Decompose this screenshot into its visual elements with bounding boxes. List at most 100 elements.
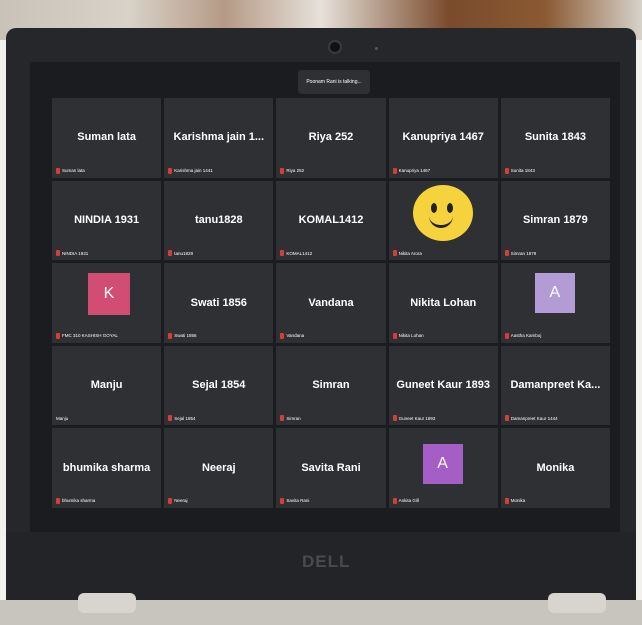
mic-muted-icon bbox=[56, 250, 60, 257]
participant-tile[interactable]: A Ankita Gill bbox=[388, 428, 498, 508]
participant-tile[interactable]: Karishma jain 1... Karishma jain 1441 bbox=[164, 98, 274, 178]
participant-name: KOMAL1412 bbox=[298, 214, 364, 227]
talking-banner: Poonam Rani is talking... bbox=[298, 70, 370, 94]
participant-name: NINDIA 1931 bbox=[74, 214, 140, 227]
participant-tile[interactable]: A Aastha Kamboj bbox=[500, 263, 610, 343]
participant-name: Neeraj bbox=[201, 461, 236, 474]
participant-name: Vandana bbox=[308, 296, 354, 309]
participant-name: Manju bbox=[90, 379, 123, 392]
mic-muted-icon bbox=[392, 250, 397, 257]
participant-tile[interactable]: Simran Simran bbox=[276, 345, 386, 426]
mic-muted-icon bbox=[280, 250, 285, 257]
mic-muted-icon bbox=[168, 415, 173, 422]
participant-label: Karishma jain 1441 bbox=[168, 167, 213, 174]
mic-muted-icon bbox=[504, 497, 509, 504]
participant-label: Simran bbox=[280, 415, 301, 422]
participant-label: NINDIA 1931 bbox=[56, 250, 88, 257]
participant-name: tanu1828 bbox=[194, 214, 243, 227]
participant-label: tanu1828 bbox=[168, 250, 193, 257]
mic-muted-icon bbox=[280, 332, 285, 339]
participant-label: Vandana bbox=[280, 332, 304, 339]
mic-muted-icon bbox=[392, 415, 397, 422]
mic-muted-icon bbox=[504, 167, 509, 174]
participant-label: Damanpreet Kaur 1444 bbox=[504, 415, 558, 422]
participant-name: Swati 1856 bbox=[190, 296, 247, 309]
brand-logo: DELL bbox=[302, 552, 351, 571]
participant-tile[interactable]: Sejal 1854 Sejal 1854 bbox=[164, 345, 274, 426]
participant-label: Manju bbox=[56, 416, 69, 422]
participant-name: bhumika sharma bbox=[62, 461, 151, 474]
participant-label: Nikita Arora bbox=[392, 250, 422, 257]
participant-tile[interactable]: Riya 252 Riya 252 bbox=[276, 98, 386, 178]
participant-name: Monika bbox=[536, 461, 575, 474]
participant-tile[interactable]: Simran 1879 Simran 1879 bbox=[500, 180, 610, 261]
mic-muted-icon bbox=[56, 332, 60, 339]
mic-muted-icon bbox=[56, 167, 60, 174]
mic-muted-icon bbox=[56, 497, 60, 504]
participant-label: Kanupriya 1467 bbox=[392, 167, 430, 174]
participant-tile[interactable]: Manju Manju bbox=[52, 345, 162, 426]
participant-label: Monika bbox=[504, 497, 525, 504]
participant-grid: Suman lata Suman lata Karishma jain 1... K… bbox=[52, 98, 610, 508]
participant-label: Simran 1879 bbox=[504, 250, 536, 257]
participant-tile[interactable]: Savita Rani Savita Rani bbox=[276, 428, 386, 508]
participant-name: Simran 1879 bbox=[522, 214, 588, 227]
participant-label: Suman lata bbox=[56, 167, 85, 174]
participant-tile[interactable]: K FMC 310 KASHISH GOYAL bbox=[52, 263, 162, 343]
participant-name: Savita Rani bbox=[301, 461, 361, 474]
mic-muted-icon bbox=[504, 332, 509, 339]
participant-tile[interactable]: Sunita 1843 Sunita 1843 bbox=[500, 98, 610, 178]
mic-muted-icon bbox=[392, 332, 397, 339]
participant-name: Sejal 1854 bbox=[192, 379, 246, 392]
participant-label: FMC 310 KASHISH GOYAL bbox=[56, 332, 118, 339]
participant-name: Riya 252 bbox=[308, 131, 354, 144]
mic-muted-icon bbox=[168, 497, 173, 504]
participant-name: Damanpreet Ka... bbox=[510, 379, 601, 392]
participant-name: Simran bbox=[312, 379, 350, 392]
participant-label: Riya 252 bbox=[280, 167, 304, 174]
mic-muted-icon bbox=[280, 497, 285, 504]
participant-label: Savita Rani bbox=[280, 497, 309, 504]
participant-tile[interactable]: Neeraj Neeraj bbox=[164, 428, 274, 508]
smiley-avatar-icon bbox=[412, 184, 473, 241]
mic-muted-icon bbox=[504, 415, 509, 422]
participant-label: Ankita Gill bbox=[392, 497, 419, 504]
mic-muted-icon bbox=[168, 250, 173, 257]
laptop-hinge-right bbox=[548, 593, 606, 613]
participant-tile[interactable]: Nikita Arora bbox=[388, 180, 498, 261]
mic-muted-icon bbox=[392, 497, 397, 504]
participant-tile[interactable]: Vandana Vandana bbox=[276, 263, 386, 343]
participant-tile[interactable]: Swati 1856 Swati 1856 bbox=[164, 263, 274, 343]
participant-tile[interactable]: Monika Monika bbox=[500, 428, 610, 508]
avatar: A bbox=[534, 273, 575, 314]
participant-tile[interactable]: Suman lata Suman lata bbox=[52, 98, 162, 178]
avatar: K bbox=[88, 273, 130, 316]
participant-tile[interactable]: Guneet Kaur 1893 Guneet Kaur 1893 bbox=[388, 345, 498, 426]
participant-tile[interactable]: tanu1828 tanu1828 bbox=[164, 180, 274, 261]
participant-label: Nikita Lohan bbox=[392, 332, 424, 339]
mic-muted-icon bbox=[392, 167, 397, 174]
participant-label: Aastha Kamboj bbox=[504, 332, 541, 339]
participant-tile[interactable]: Nikita Lohan Nikita Lohan bbox=[388, 263, 498, 343]
participant-tile[interactable]: Damanpreet Ka... Damanpreet Kaur 1444 bbox=[500, 345, 610, 426]
participant-tile[interactable]: KOMAL1412 KOMAL1412 bbox=[276, 180, 386, 261]
participant-name: Karishma jain 1... bbox=[173, 131, 265, 144]
avatar: A bbox=[422, 444, 463, 485]
participant-label: KOMAL1412 bbox=[280, 250, 312, 257]
participant-label: Neeraj bbox=[168, 497, 187, 504]
participant-tile[interactable]: NINDIA 1931 NINDIA 1931 bbox=[52, 180, 162, 261]
mic-muted-icon bbox=[168, 332, 173, 339]
participant-tile[interactable]: bhumika sharma bhumika sharma bbox=[52, 428, 162, 508]
participant-name: Suman lata bbox=[77, 131, 136, 144]
participant-name: Kanupriya 1467 bbox=[402, 131, 484, 144]
participant-name: Nikita Lohan bbox=[410, 296, 477, 309]
mic-muted-icon bbox=[280, 167, 285, 174]
participant-label: Sejal 1854 bbox=[168, 415, 195, 422]
webcam bbox=[328, 40, 342, 54]
participant-label: Sunita 1843 bbox=[504, 167, 535, 174]
participant-label: Swati 1856 bbox=[168, 332, 196, 339]
mic-muted-icon bbox=[504, 250, 509, 257]
mic-muted-icon bbox=[280, 415, 285, 422]
participant-tile[interactable]: Kanupriya 1467 Kanupriya 1467 bbox=[388, 98, 498, 178]
mic-muted-icon bbox=[168, 167, 173, 174]
